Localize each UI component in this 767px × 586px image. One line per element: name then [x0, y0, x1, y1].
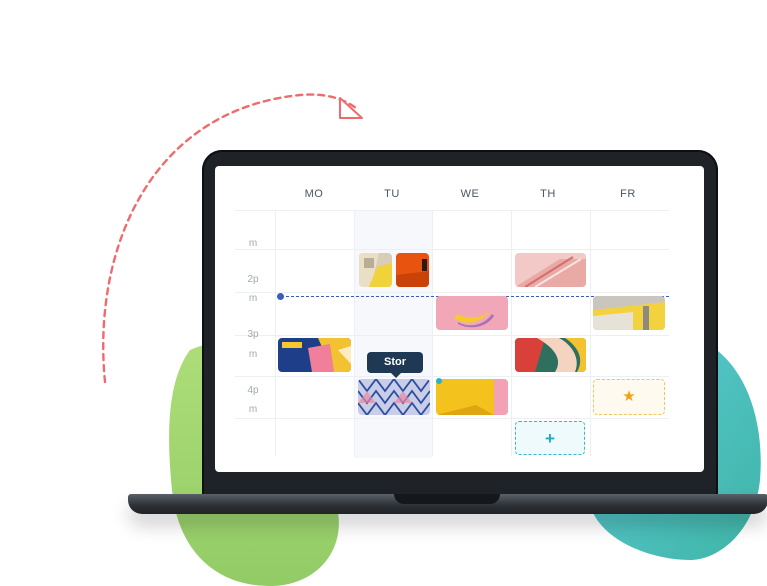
event-thumbnail[interactable] [436, 379, 508, 415]
event-thumbnail[interactable] [515, 338, 586, 372]
calendar-screen: MO TU WE TH FR m 2p m 3p m 4p m ★ + Stor [215, 166, 704, 472]
grid-line [235, 292, 669, 293]
event-thumbnail[interactable] [278, 338, 351, 372]
grid-line [235, 210, 669, 211]
event-thumbnail[interactable] [359, 253, 392, 287]
event-thumbnail[interactable] [436, 296, 508, 330]
grid-line [511, 210, 512, 456]
time-label-3pm-line2: m [248, 349, 258, 360]
grid-line [432, 210, 433, 456]
time-label-3pm-line1: 3p [247, 329, 259, 340]
day-header-tu[interactable]: TU [372, 188, 412, 200]
grid-line [354, 210, 355, 456]
grid-line [235, 335, 669, 336]
drop-indicator-dot [436, 378, 442, 384]
day-header-th[interactable]: TH [528, 188, 568, 200]
grid-line [235, 418, 669, 419]
current-time-dot [277, 293, 284, 300]
event-thumbnail[interactable] [593, 296, 665, 330]
day-header-mo[interactable]: MO [294, 188, 334, 200]
event-tooltip: Stor [367, 352, 423, 378]
event-thumbnail[interactable] [358, 379, 430, 415]
day-header-we[interactable]: WE [450, 188, 490, 200]
laptop-notch [394, 494, 500, 504]
day-header-fr[interactable]: FR [608, 188, 648, 200]
time-label-4pm-line2: m [248, 404, 258, 415]
grid-line [235, 249, 669, 250]
add-event-slot[interactable]: + [515, 421, 585, 455]
grid-line [235, 376, 669, 377]
time-label-fragment: m [248, 238, 258, 249]
plus-icon: + [545, 429, 555, 448]
time-label-2pm-line2: m [248, 293, 258, 304]
starred-slot[interactable]: ★ [593, 379, 665, 415]
event-thumbnail[interactable] [515, 253, 586, 287]
time-label-2pm-line1: 2p [247, 274, 259, 285]
time-label-4pm-line1: 4p [247, 385, 259, 396]
tuesday-column-highlight [354, 210, 432, 458]
star-icon: ★ [622, 388, 636, 405]
grid-line [275, 210, 276, 456]
event-thumbnail[interactable] [396, 253, 429, 287]
grid-line [590, 210, 591, 456]
